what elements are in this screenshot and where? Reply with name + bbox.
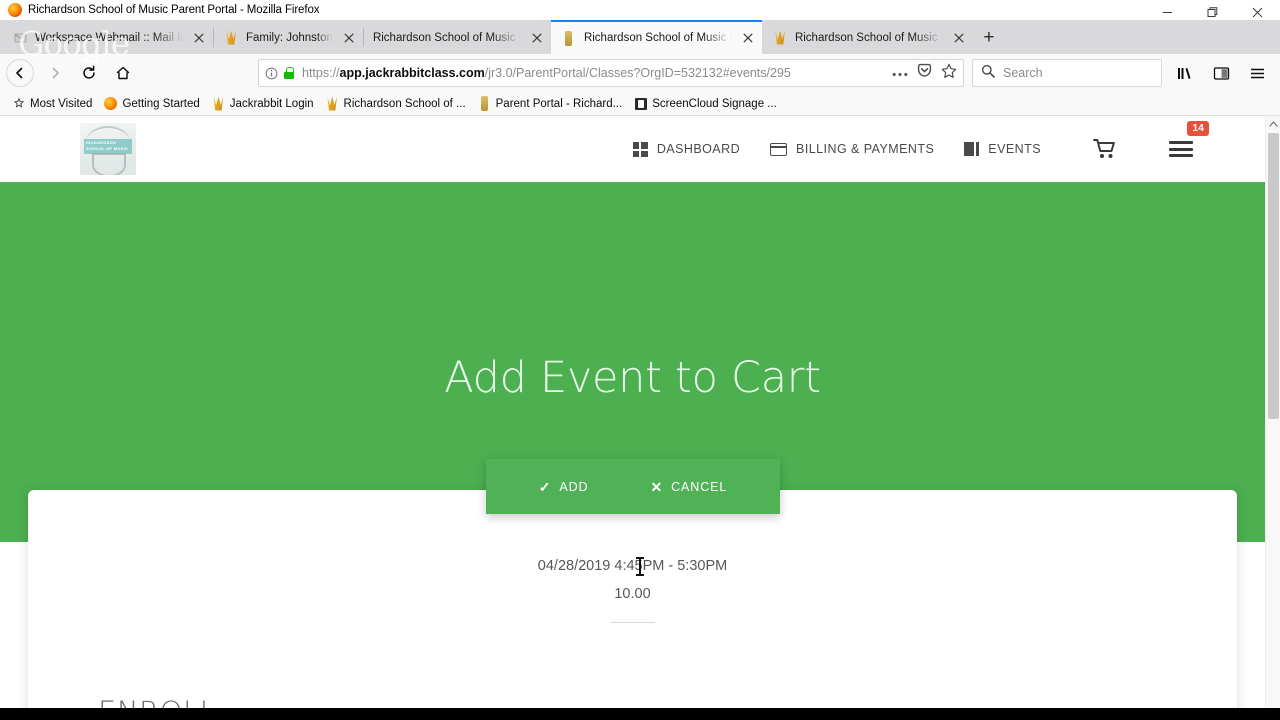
bookmark-label: Parent Portal - Richard... [495, 97, 623, 110]
tab-close-icon[interactable] [191, 30, 207, 46]
mail-icon [12, 30, 28, 46]
bookmark-parent-portal[interactable]: Parent Portal - Richard... [472, 95, 629, 112]
open-menu-icon[interactable] [1240, 58, 1274, 88]
home-button[interactable] [106, 58, 140, 88]
nav-item-label: BILLING & PAYMENTS [796, 142, 935, 156]
firefox-icon [8, 3, 22, 17]
browser-tab-1[interactable]: Workspace Webmail :: Mail Ind [2, 21, 213, 54]
site-logo[interactable]: RICHARDSON SCHOOL OF MUSIC [80, 123, 136, 175]
star-grid-icon [12, 97, 25, 110]
nav-item-label: DASHBOARD [656, 142, 741, 156]
search-icon [981, 64, 995, 83]
page-title: Add Event to Cart [444, 353, 821, 403]
library-icon[interactable] [1168, 58, 1202, 88]
browser-tab-5[interactable]: Richardson School of Music Ev [761, 21, 973, 54]
nav-item-label: EVENTS [988, 142, 1041, 156]
nav-item-dashboard[interactable]: DASHBOARD [632, 141, 741, 157]
divider [610, 622, 655, 623]
bookmark-most-visited[interactable]: Most Visited [6, 95, 98, 112]
jackrabbit-icon [212, 96, 225, 111]
site-navigation: DASHBOARD BILLING & PAYMENTS EVENTS 14 [632, 121, 1265, 160]
jackrabbit-icon [326, 96, 339, 111]
title-bar: Richardson School of Music Parent Portal… [0, 0, 1280, 20]
bookmarks-bar: Most Visited Getting Started Jackrabbit … [0, 92, 1280, 116]
tab-strip: Workspace Webmail :: Mail Ind Family: Jo… [0, 20, 1280, 63]
search-input[interactable]: Search [1003, 66, 1043, 80]
logo-line-2: SCHOOL OF MUSIC [86, 146, 129, 151]
info-icon [265, 67, 278, 79]
tab-close-icon[interactable] [529, 30, 545, 46]
search-bar[interactable]: Search [972, 59, 1162, 87]
credit-card-icon [770, 142, 788, 156]
shopping-cart-icon[interactable] [1093, 138, 1117, 160]
sidebar-icon[interactable] [1204, 58, 1238, 88]
event-datetime: 04/28/2019 4:45PM - 5:30PM [537, 558, 728, 574]
pocket-icon[interactable] [917, 63, 932, 83]
firefox-icon [104, 97, 118, 110]
browser-tab-label: Richardson School of Music Ev [794, 31, 943, 44]
scrollbar-thumb[interactable] [1268, 133, 1279, 419]
new-tab-button[interactable]: + [973, 21, 1005, 54]
browser-tab-label: Family: Johnston [246, 31, 333, 44]
navigation-toolbar: https://app.jackrabbitclass.com/jr3.0/Pa… [0, 54, 1280, 92]
nav-item-events[interactable]: EVENTS [964, 142, 1041, 156]
bookmark-label: Most Visited [30, 97, 93, 110]
browser-tab-2[interactable]: Family: Johnston [213, 21, 363, 54]
reload-button[interactable] [72, 58, 106, 88]
bookmark-jackrabbit-login[interactable]: Jackrabbit Login [206, 95, 320, 112]
parent-portal-page: Add Event to Cart RICHARDSON SCHOOL OF M… [0, 116, 1265, 720]
screencloud-icon [634, 97, 647, 110]
tab-close-icon[interactable] [951, 30, 967, 46]
browser-tab-label: Richardson School of Music Pa [583, 32, 732, 44]
site-header: RICHARDSON SCHOOL OF MUSIC DASHBOARD BIL… [0, 116, 1265, 182]
bookmark-label: ScreenCloud Signage ... [652, 97, 777, 110]
bookmark-star-icon[interactable] [941, 63, 957, 84]
page-viewport: Add Event to Cart RICHARDSON SCHOOL OF M… [0, 116, 1280, 720]
jackrabbit-icon [772, 30, 788, 46]
browser-tab-label: Workspace Webmail :: Mail Ind [35, 31, 183, 44]
events-icon [964, 142, 980, 156]
hamburger-menu-icon[interactable]: 14 [1169, 121, 1209, 157]
close-icon: ✕ [650, 478, 664, 495]
parent-portal-icon [478, 96, 491, 111]
bookmark-screencloud[interactable]: ScreenCloud Signage ... [628, 95, 783, 112]
nav-item-billing-payments[interactable]: BILLING & PAYMENTS [770, 142, 934, 156]
firefox-browser-window: Richardson School of Music Parent Portal… [0, 0, 1280, 720]
scroll-up-arrow-icon[interactable] [1266, 116, 1280, 132]
event-price: 10.00 [614, 586, 651, 602]
url-bar[interactable]: https://app.jackrabbitclass.com/jr3.0/Pa… [258, 59, 964, 87]
add-button[interactable]: ✓ ADD [539, 480, 589, 494]
back-button[interactable] [6, 59, 34, 87]
logo-line-1: RICHARDSON [86, 140, 117, 145]
site-identity[interactable] [265, 67, 294, 80]
page-actions-icon[interactable] [892, 64, 908, 82]
event-detail-card: 04/28/2019 4:45PM - 5:30PM 10.00 ENROLL … [28, 490, 1237, 720]
window-title: Richardson School of Music Parent Portal… [28, 4, 320, 16]
page-scrollbar[interactable] [1265, 116, 1280, 720]
cancel-button-label: CANCEL [671, 479, 728, 494]
screen-bottom-letterbox [0, 708, 1280, 720]
bookmark-label: Richardson School of ... [343, 97, 466, 110]
bookmark-getting-started[interactable]: Getting Started [98, 95, 205, 112]
bookmark-label: Getting Started [122, 97, 200, 110]
text-cursor [636, 557, 644, 576]
bookmark-label: Jackrabbit Login [229, 97, 314, 110]
cancel-button[interactable]: ✕ CANCEL [650, 480, 727, 494]
browser-tab-3[interactable]: Richardson School of Music | M [362, 21, 551, 54]
jackrabbit-icon [223, 30, 239, 46]
add-button-label: ADD [559, 479, 589, 494]
browser-tab-4-active[interactable]: Richardson School of Music Pa [550, 20, 762, 54]
dashboard-icon [632, 141, 648, 157]
tab-close-icon[interactable] [740, 30, 756, 46]
tab-close-icon[interactable] [341, 30, 357, 46]
bookmark-richardson-school[interactable]: Richardson School of ... [320, 95, 472, 112]
forward-button[interactable] [38, 58, 72, 88]
check-icon: ✓ [538, 478, 552, 495]
parent-portal-icon [561, 30, 577, 46]
cart-badge: 14 [1187, 121, 1209, 136]
lock-icon [284, 67, 294, 79]
url-text[interactable]: https://app.jackrabbitclass.com/jr3.0/Pa… [302, 66, 884, 80]
action-panel: ✓ ADD ✕ CANCEL [486, 459, 780, 514]
browser-tab-label: Richardson School of Music | M [372, 31, 521, 44]
